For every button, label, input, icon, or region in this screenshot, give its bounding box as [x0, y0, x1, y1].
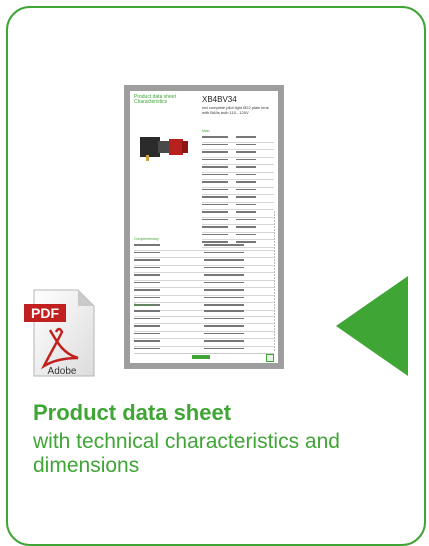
pdf-document-icon: PDF Adobe: [24, 289, 95, 377]
card-description: with technical characteristics and dimen…: [33, 430, 340, 477]
document-product-code: XB4BV34: [202, 95, 237, 104]
document-section-environment: Environment: [134, 303, 154, 307]
document-side-text: [274, 211, 275, 351]
product-photo: [140, 137, 188, 161]
main-spec-table: [202, 135, 274, 248]
schneider-logo: [192, 355, 210, 359]
environment-spec-table: [134, 309, 274, 354]
document-footer: [134, 353, 274, 362]
adobe-label: Adobe: [48, 366, 77, 377]
play-arrow-icon[interactable]: [336, 276, 408, 376]
document-section-main: Main: [202, 129, 210, 133]
document-thumbnail[interactable]: Product data sheet Characteristics XB4BV…: [124, 85, 284, 369]
document-header-label: Product data sheet Characteristics: [134, 94, 176, 105]
page-number-box: [266, 354, 274, 362]
pdf-label: PDF: [31, 305, 59, 321]
document-product-description: red complete pilot light Ø22 plain lens …: [202, 105, 269, 115]
complementary-spec-table: [134, 243, 274, 311]
document-page: Product data sheet Characteristics XB4BV…: [130, 91, 278, 363]
card-title[interactable]: Product data sheet: [33, 400, 231, 426]
document-section-complementary: Complementary: [134, 237, 159, 241]
